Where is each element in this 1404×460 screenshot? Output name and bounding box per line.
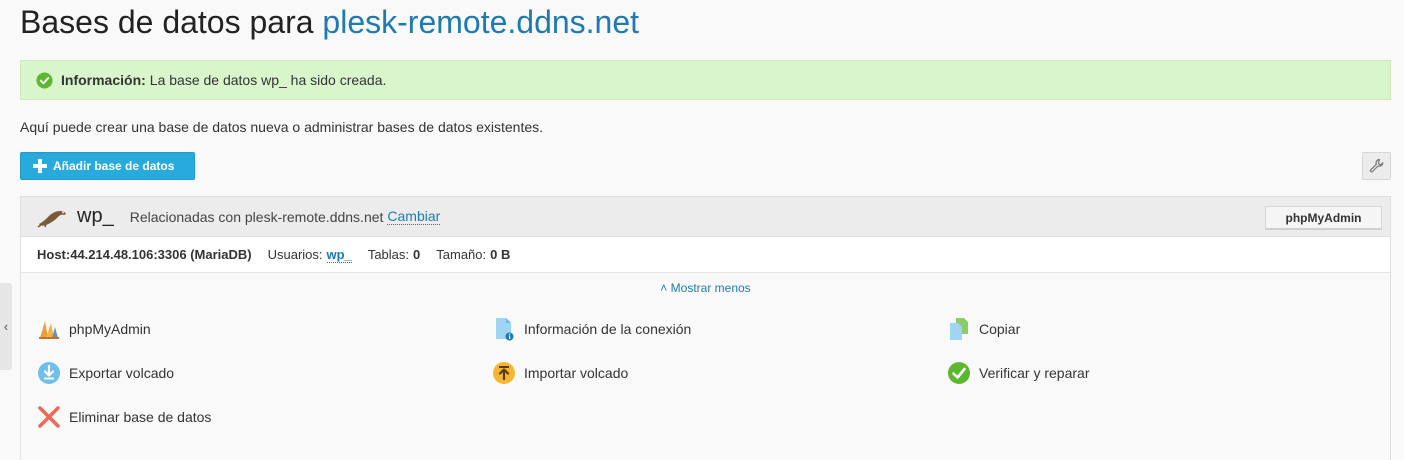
import-dump-icon	[493, 362, 515, 384]
phpmyadmin-button[interactable]: phpMyAdmin	[1265, 206, 1382, 230]
action-connection-info[interactable]: Información de la conexión	[492, 317, 691, 341]
plus-icon	[33, 159, 47, 173]
related-domain-text: Relacionadas con plesk-remote.ddns.net	[129, 208, 384, 225]
copy-icon	[950, 318, 968, 340]
database-card: wp_ Relacionadas con plesk-remote.ddns.n…	[20, 196, 1391, 460]
wrench-icon	[1369, 158, 1383, 173]
database-info-row: Host:44.214.48.106:3306 (MariaDB) Usuari…	[21, 237, 1390, 273]
action-check-repair[interactable]: Verificar y reparar	[947, 361, 1089, 385]
message-text: La base de datos wp_ ha sido creada.	[149, 72, 387, 88]
success-check-icon	[36, 71, 53, 89]
tables-label: Tablas:	[367, 247, 410, 262]
tables-value: 0	[413, 247, 421, 262]
success-message: Información: La base de datos wp_ ha sid…	[20, 60, 1391, 100]
users-label: Usuarios:	[267, 247, 323, 262]
page-hint: Aquí puede crear una base de datos nueva…	[20, 119, 544, 135]
tools-button[interactable]	[1362, 152, 1391, 180]
action-label: Verificar y reparar	[979, 365, 1090, 381]
add-database-button[interactable]: Añadir base de datos	[20, 152, 195, 180]
action-label: Importar volcado	[524, 365, 629, 381]
export-dump-icon	[38, 362, 60, 384]
users-value-link[interactable]: wp_	[326, 247, 352, 263]
database-name: wp_	[77, 205, 114, 227]
add-database-label: Añadir base de datos	[53, 159, 175, 173]
action-delete-database[interactable]: Eliminar base de datos	[37, 405, 211, 429]
action-label: Eliminar base de datos	[69, 409, 212, 425]
action-import-dump[interactable]: Importar volcado	[492, 361, 628, 385]
action-label: Exportar volcado	[69, 365, 175, 381]
size-value: 0 B	[490, 247, 511, 262]
change-domain-link[interactable]: Cambiar	[387, 208, 441, 225]
page-title-domain[interactable]: plesk-remote.ddns.net	[322, 4, 639, 40]
message-label: Información:	[61, 72, 146, 88]
action-copy[interactable]: Copiar	[947, 317, 1020, 341]
connection-info-icon	[496, 318, 514, 341]
mariadb-seal-icon	[37, 210, 66, 228]
delete-icon	[38, 406, 60, 428]
action-export-dump[interactable]: Exportar volcado	[37, 361, 174, 385]
check-repair-icon	[948, 362, 970, 384]
sidebar-collapse-toggle[interactable]: ‹	[0, 283, 12, 370]
action-label: phpMyAdmin	[69, 321, 151, 337]
page-title-prefix: Bases de datos para	[20, 4, 314, 40]
action-phpmyadmin[interactable]: phpMyAdmin	[37, 317, 151, 341]
page-title: Bases de datos para plesk-remote.ddns.ne…	[20, 4, 639, 41]
database-card-header: wp_ Relacionadas con plesk-remote.ddns.n…	[21, 197, 1390, 237]
size-label: Tamaño:	[436, 247, 487, 262]
show-less-label: Mostrar menos	[670, 281, 751, 295]
database-host: Host:44.214.48.106:3306 (MariaDB)	[37, 247, 252, 262]
phpmyadmin-icon	[39, 321, 59, 339]
action-label: Copiar	[979, 321, 1021, 337]
chevron-up-icon: ˄	[660, 281, 668, 295]
action-label: Información de la conexión	[524, 321, 692, 337]
show-less-toggle[interactable]: ˄ Mostrar menos	[21, 281, 1390, 295]
